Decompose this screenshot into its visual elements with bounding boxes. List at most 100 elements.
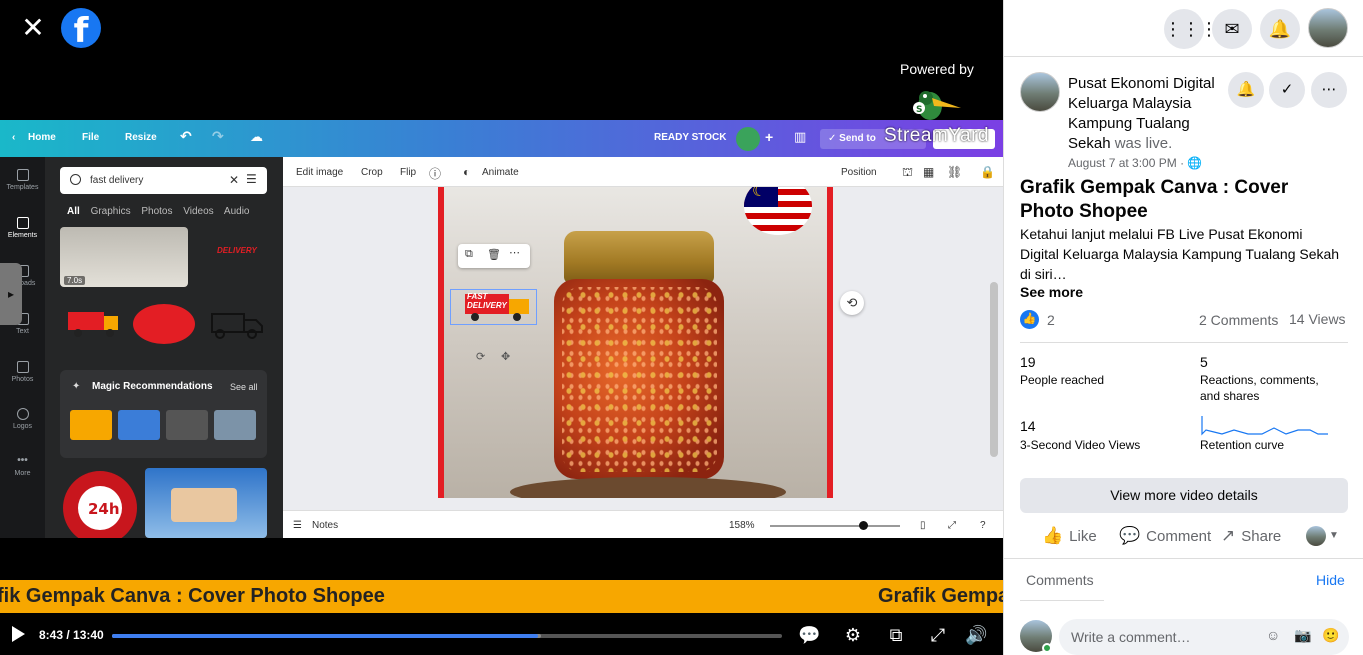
sidebar-item-elements[interactable]: Elements (0, 217, 45, 239)
volume-icon[interactable]: 🔊 (965, 624, 987, 646)
sidebar-item-logos[interactable]: Logos (0, 408, 45, 430)
sidebar-item-templates[interactable]: Templates (0, 169, 45, 191)
facebook-logo-icon[interactable]: f (61, 8, 101, 48)
filter-icon[interactable]: ☰ (246, 172, 257, 186)
delivery-text-tile[interactable]: DELIVERY (193, 227, 267, 287)
video-player[interactable]: ✕ f Powered by S ‹ Home File Resize ↶ ↷ … (0, 0, 1003, 655)
undo-icon[interactable]: ↶ (180, 128, 192, 145)
fast-truck-tile[interactable] (60, 300, 128, 348)
progress-bar[interactable] (112, 634, 782, 638)
crop-button[interactable]: Crop (361, 167, 383, 178)
fullscreen-canva-icon[interactable]: ⤢ (948, 520, 956, 531)
clear-search-icon[interactable]: ✕ (229, 173, 239, 187)
like-button[interactable]: 👍 Like (1042, 526, 1097, 546)
play-icon[interactable] (12, 626, 25, 642)
picture-in-picture-icon[interactable]: ⧉ (885, 624, 907, 646)
zoom-slider-knob[interactable] (859, 521, 868, 530)
streamyard-side-toggle[interactable]: ▸ (0, 263, 22, 325)
magic-rec-4[interactable] (214, 410, 256, 440)
fullscreen-icon[interactable]: ⤢ (927, 624, 949, 646)
emoji-icon[interactable]: ☺ (1266, 627, 1280, 643)
back-chevron-icon[interactable]: ‹ (12, 132, 15, 143)
hide-comments-link[interactable]: Hide (1316, 572, 1345, 588)
design-page[interactable] (438, 187, 833, 498)
transparency-icon[interactable]: ▦ (923, 165, 934, 179)
delete-icon[interactable]: 🗑 (487, 248, 501, 261)
like-reaction-icon[interactable]: 👍 (1020, 310, 1039, 329)
link-icon[interactable]: ⛓ (947, 165, 962, 179)
sticker-icon[interactable]: 🙂 (1322, 627, 1339, 644)
position-button[interactable]: Position (841, 167, 877, 178)
menu-grid-icon[interactable]: ⋮⋮⋮ (1164, 9, 1218, 49)
follow-bell-icon[interactable]: 🔔 (1228, 72, 1264, 108)
duplicate-icon[interactable]: ⧉ (465, 248, 473, 261)
post-date[interactable]: August 7 at 3:00 PM · 🌐 (1068, 156, 1202, 170)
comments-count-link[interactable]: 2 Comments (1199, 312, 1278, 328)
help-icon[interactable]: ? (980, 520, 986, 531)
chevron-down-icon[interactable]: ▼ (1329, 530, 1339, 541)
notes-button[interactable]: Notes (312, 520, 338, 531)
account-avatar[interactable] (1308, 8, 1348, 48)
lock-icon[interactable]: 🔒 (980, 165, 995, 179)
magic-rec-3[interactable] (166, 410, 208, 440)
canva-editor-canvas[interactable]: Edit image Crop Flip ⓘ ◐ Animate Positio… (283, 157, 1003, 538)
copy-style-icon[interactable]: ⛫ (902, 165, 913, 181)
notifications-bell-icon[interactable]: 🔔 (1260, 9, 1300, 49)
zoom-slider-track[interactable] (770, 525, 900, 527)
see-more-link[interactable]: See more (1020, 284, 1083, 300)
see-all-link[interactable]: See all (230, 382, 258, 392)
refresh-icon[interactable]: ⟲ (840, 291, 864, 315)
24h-badge-tile[interactable]: 24h (60, 468, 140, 538)
sidebar-item-more[interactable]: ••• More (0, 455, 45, 477)
page-avatar[interactable] (1020, 72, 1060, 112)
more-options-icon[interactable]: ⋯ (1311, 72, 1347, 108)
zoom-level[interactable]: 158% (729, 520, 755, 531)
flip-button[interactable]: Flip (400, 167, 416, 178)
cloud-save-icon[interactable]: ☁ (250, 129, 263, 145)
add-collaborator-icon[interactable]: + (765, 129, 773, 145)
reaction-profile-avatar[interactable] (1306, 526, 1326, 546)
camera-icon[interactable]: 📷 (1294, 627, 1311, 644)
edit-image-button[interactable]: Edit image (296, 167, 343, 178)
rotate-handle-icon[interactable]: ⟳ (476, 350, 485, 363)
redo-icon[interactable]: ↷ (212, 128, 224, 145)
animate-icon[interactable]: ◐ (463, 165, 470, 179)
magic-rec-2[interactable] (118, 410, 160, 440)
page-count-icon[interactable]: ▯ (920, 520, 926, 531)
retention-curve-chart[interactable] (1200, 412, 1330, 436)
share-button[interactable]: ↗ Share (1221, 526, 1281, 546)
animate-button[interactable]: Animate (482, 167, 519, 178)
design-title[interactable]: READY STOCK (654, 132, 726, 143)
canva-home-link[interactable]: Home (28, 132, 56, 143)
tab-graphics[interactable]: Graphics (91, 206, 131, 217)
tab-photos[interactable]: Photos (141, 206, 172, 217)
insights-chart-icon[interactable]: ▥ (794, 129, 806, 145)
malaysia-flag-graphic[interactable] (744, 187, 812, 235)
move-handle-icon[interactable]: ✥ (501, 350, 510, 363)
truck-outline-tile[interactable] (200, 300, 267, 348)
save-post-icon[interactable]: ✓ (1269, 72, 1305, 108)
close-icon[interactable]: ✕ (18, 13, 48, 43)
canva-resize-menu[interactable]: Resize (125, 132, 157, 143)
fast-delivery-oval-tile[interactable] (131, 300, 197, 348)
messenger-icon[interactable]: ✉ (1212, 9, 1252, 49)
collaborator-avatar[interactable] (736, 127, 760, 151)
notes-icon[interactable]: ☰ (293, 520, 302, 531)
selected-fast-delivery-element[interactable]: FAST DELIVERY (450, 289, 537, 325)
tab-all[interactable]: All (67, 206, 80, 217)
info-icon[interactable]: ⓘ (429, 165, 441, 182)
canvas-scrollbar[interactable] (990, 282, 998, 457)
reaction-count[interactable]: 2 (1047, 312, 1055, 328)
video-result-tile[interactable]: 7.0s (60, 227, 188, 287)
settings-gear-icon[interactable]: ⚙ (842, 624, 864, 646)
view-more-details-button[interactable]: View more video details (1020, 478, 1348, 513)
magic-rec-1[interactable] (70, 410, 112, 440)
canva-file-menu[interactable]: File (82, 132, 99, 143)
sidebar-item-photos[interactable]: Photos (0, 361, 45, 383)
comment-button[interactable]: 💬 Comment (1119, 526, 1211, 546)
tab-videos[interactable]: Videos (183, 206, 213, 217)
captions-icon[interactable]: 💬 (798, 624, 820, 646)
tab-audio[interactable]: Audio (224, 206, 250, 217)
fast-delivery-photo-tile[interactable] (145, 468, 267, 538)
more-options-icon[interactable]: ⋯ (509, 246, 520, 259)
